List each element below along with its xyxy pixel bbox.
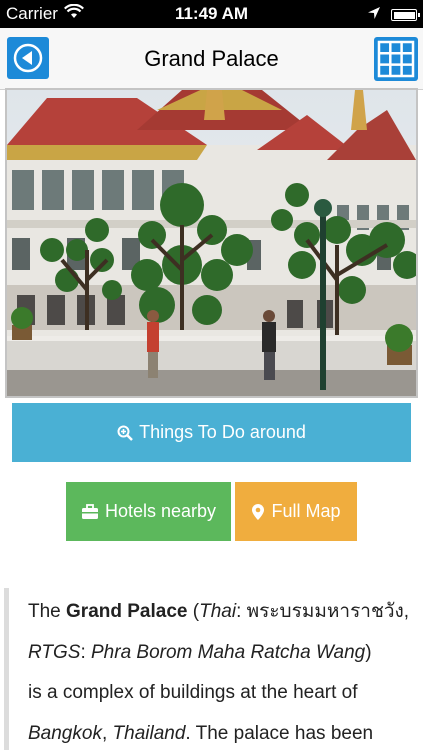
map-marker-icon xyxy=(252,503,265,520)
zoom-in-icon xyxy=(117,425,133,441)
full-map-button[interactable]: Full Map xyxy=(235,482,357,541)
things-to-do-label: Things To Do around xyxy=(139,422,306,442)
grid-menu-button[interactable] xyxy=(374,37,418,81)
battery-icon xyxy=(391,9,420,21)
status-bar: Carrier 11:49 AM xyxy=(0,0,423,28)
page-title: Grand Palace xyxy=(144,46,279,71)
briefcase-icon xyxy=(81,503,98,519)
location-arrow-icon xyxy=(367,5,381,25)
article-line-2: RTGS: Phra Borom Maha Ratcha Wang) xyxy=(28,641,372,663)
article-link-bangkok[interactable]: Bangkok xyxy=(28,723,102,744)
article-bold-name: Grand Palace xyxy=(66,601,188,622)
article-link-thai[interactable]: Thai xyxy=(199,601,236,622)
hotels-nearby-button[interactable]: Hotels nearby xyxy=(66,482,231,541)
article-text: The Grand Palace (Thai: พระบรมมหาราชวัง,… xyxy=(28,592,420,750)
navigation-bar: Grand Palace xyxy=(0,28,423,90)
article-link-thailand[interactable]: Thailand xyxy=(113,723,186,744)
status-time: 11:49 AM xyxy=(174,4,249,23)
grid-icon xyxy=(377,40,415,78)
article-line-4: Bangkok, Thailand. The palace has been xyxy=(28,722,374,744)
quote-bar xyxy=(4,588,9,750)
status-right xyxy=(367,5,420,25)
full-map-label: Full Map xyxy=(271,501,341,521)
article-line-3: is a complex of buildings at the heart o… xyxy=(28,682,358,703)
article-line-1: The Grand Palace (Thai: พระบรมมหาราชวัง, xyxy=(28,601,410,622)
hotels-nearby-label: Hotels nearby xyxy=(104,501,217,521)
article-description: The Grand Palace (Thai: พระบรมมหาราชวัง,… xyxy=(0,588,423,750)
article-link-rtgs[interactable]: RTGS xyxy=(28,642,80,663)
things-to-do-button[interactable]: Things To Do around xyxy=(12,403,411,462)
place-photo xyxy=(5,88,418,398)
